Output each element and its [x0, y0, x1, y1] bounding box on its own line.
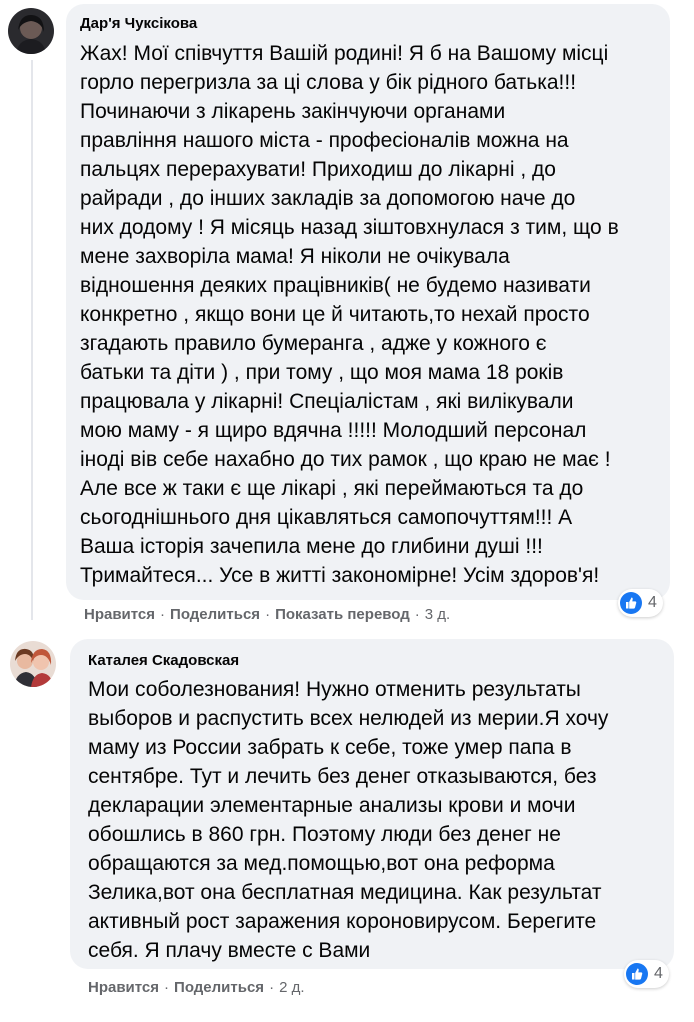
- share-button[interactable]: Поделиться: [174, 979, 264, 996]
- like-icon: [626, 963, 648, 985]
- comment-author[interactable]: Дар'я Чуксікова: [80, 14, 656, 34]
- separator: ·: [414, 606, 420, 623]
- comment-text: Мои соболезнования! Нужно отменить резул…: [88, 678, 609, 962]
- separator: ·: [265, 606, 271, 623]
- reaction-count-value: 4: [648, 594, 657, 611]
- comment-text: Жах! Мої співчуття Вашій родині! Я б на …: [80, 42, 619, 587]
- reaction-count-value: 4: [654, 965, 663, 982]
- like-button[interactable]: Нравится: [84, 606, 155, 623]
- translate-button[interactable]: Показать перевод: [275, 606, 410, 623]
- reaction-count[interactable]: 4: [618, 589, 663, 617]
- separator: ·: [269, 979, 275, 996]
- comment-author[interactable]: Каталея Скадовская: [88, 651, 656, 671]
- comment-actions: Нравится · Поделиться · 2 д.: [88, 979, 305, 997]
- comment-bubble: Дар'я Чуксікова Жах! Мої співчуття Вашій…: [66, 4, 670, 600]
- separator: ·: [164, 979, 170, 996]
- separator: ·: [160, 606, 166, 623]
- comment-actions: Нравится · Поделиться · Показать перевод · 3 д…: [84, 606, 450, 624]
- thread-line: [31, 60, 33, 620]
- avatar-photo: [10, 641, 56, 687]
- avatar[interactable]: [10, 641, 56, 687]
- reaction-count[interactable]: 4: [624, 960, 669, 988]
- comment-bubble: Каталея Скадовская Мои соболезнования! Н…: [70, 639, 674, 969]
- timestamp[interactable]: 3 д.: [425, 606, 450, 623]
- like-button[interactable]: Нравится: [88, 979, 159, 996]
- timestamp[interactable]: 2 д.: [279, 979, 304, 996]
- avatar-photo: [8, 8, 54, 54]
- avatar[interactable]: [8, 8, 54, 54]
- share-button[interactable]: Поделиться: [170, 606, 260, 623]
- like-icon: [620, 592, 642, 614]
